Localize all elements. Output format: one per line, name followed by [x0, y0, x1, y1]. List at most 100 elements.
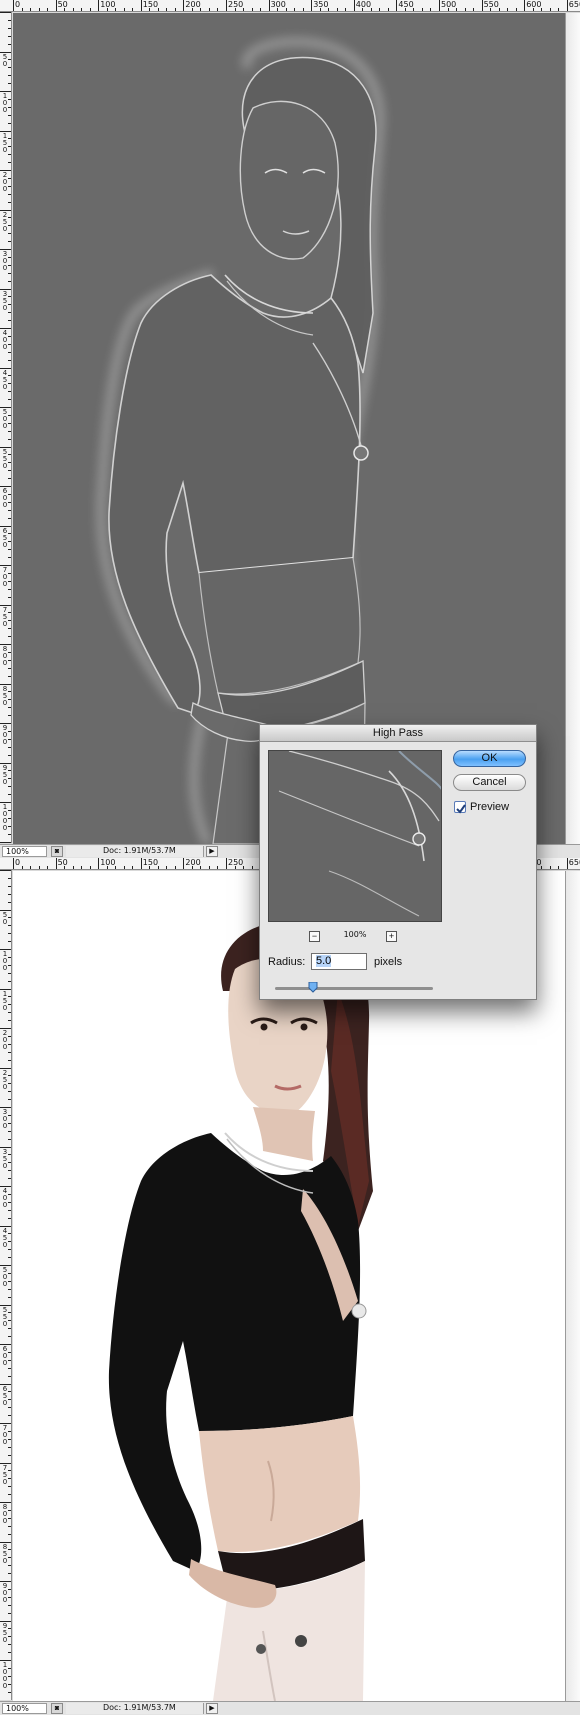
ruler-tick: [353, 0, 355, 11]
ruler-tick: [8, 438, 11, 440]
ruler-tick: [183, 858, 185, 869]
ruler-tick: [8, 1178, 11, 1180]
ruler-tick: [268, 0, 270, 11]
ruler-tick: [8, 1612, 11, 1614]
ruler-label: 350: [2, 289, 8, 312]
ruler-tick: [13, 0, 14, 11]
radius-slider-track[interactable]: [275, 987, 433, 990]
dialog-title[interactable]: High Pass: [260, 725, 536, 742]
ruler-tick: [8, 162, 11, 164]
ruler-label: 50: [57, 0, 68, 9]
ruler-label: 400: [2, 329, 8, 351]
triangle-right-icon[interactable]: ▶: [206, 846, 218, 857]
filter-preview[interactable]: [268, 750, 442, 922]
ruler-tick: [396, 0, 398, 11]
ruler-tick: [8, 1138, 11, 1140]
horizontal-ruler[interactable]: 0 50 100 150 200 250 300 350 400 450 500 550 600 650: [0, 0, 580, 12]
ruler-tick: [558, 8, 560, 11]
vertical-scrollbar[interactable]: [565, 13, 580, 844]
ruler-tick: [566, 858, 568, 869]
ruler-tick: [55, 858, 57, 869]
ruler-tick: [8, 1415, 11, 1417]
ruler-label: 750: [2, 1463, 8, 1486]
ruler-tick: [47, 8, 49, 11]
ruler-label: 850: [2, 684, 8, 707]
ruler-label: 850: [2, 1542, 8, 1565]
ruler-tick: [8, 1020, 11, 1022]
radius-value: 5.0: [316, 955, 332, 967]
zoom-field[interactable]: 100%: [2, 1703, 47, 1714]
ruler-label: 300: [270, 0, 286, 9]
ruler-tick: [8, 517, 11, 519]
vertical-scrollbar[interactable]: [565, 871, 580, 1701]
ruler-label: 400: [2, 1187, 8, 1209]
ruler-tick: [217, 8, 219, 11]
preview-checkbox[interactable]: [454, 801, 466, 814]
vertical-ruler[interactable]: 50 100 150 200 250 300 350 400 450 500 550 600 650 70…: [0, 870, 12, 1700]
ruler-tick: [81, 866, 83, 869]
ruler-label: 150: [2, 989, 8, 1012]
ruler-tick: [208, 866, 210, 869]
ruler-tick: [140, 858, 142, 869]
triangle-right-icon[interactable]: ▶: [206, 1703, 218, 1714]
ruler-tick: [8, 1533, 11, 1535]
ruler-label: 500: [441, 0, 457, 9]
ruler-tick: [8, 391, 11, 393]
ruler-tick: [0, 870, 11, 871]
ruler-tick: [13, 858, 14, 869]
ruler-label: 500: [2, 1266, 8, 1288]
zoom-in-button[interactable]: +: [386, 931, 397, 942]
camera-icon[interactable]: ◙: [51, 1703, 63, 1714]
ruler-tick: [8, 35, 11, 37]
ruler-tick: [8, 320, 11, 322]
vertical-ruler[interactable]: 50 100 150 200 250 300 350 400 450 500 550 600 650 70…: [0, 12, 12, 843]
cancel-button[interactable]: Cancel: [453, 774, 526, 791]
ruler-tick: [345, 8, 347, 11]
ruler-tick: [226, 0, 227, 11]
radius-slider-thumb[interactable]: [308, 982, 318, 993]
zoom-out-button[interactable]: −: [309, 931, 320, 942]
ruler-tick: [30, 866, 32, 869]
ruler-tick: [8, 786, 11, 788]
ruler-label: 200: [2, 171, 8, 193]
ruler-tick: [8, 233, 11, 235]
highpass-canvas[interactable]: [13, 13, 565, 844]
ruler-label: 550: [2, 447, 8, 470]
ruler-label: 550: [483, 0, 499, 9]
ruler-label: 250: [228, 858, 244, 867]
ruler-tick: [8, 312, 11, 314]
radius-input[interactable]: 5.0: [311, 953, 367, 970]
ruler-tick: [21, 8, 23, 11]
ruler-tick: [98, 858, 100, 869]
ruler-tick: [98, 0, 100, 11]
ruler-tick: [558, 866, 560, 869]
ruler-tick: [166, 8, 168, 11]
ruler-tick: [55, 0, 57, 11]
ruler-tick: [0, 841, 11, 843]
ruler-tick: [8, 893, 11, 895]
ruler-tick: [8, 1652, 11, 1654]
ruler-tick: [8, 877, 11, 879]
ruler-tick: [8, 1407, 11, 1409]
ok-button[interactable]: OK: [453, 750, 526, 767]
ruler-tick: [8, 1454, 11, 1456]
ruler-label: 800: [2, 645, 8, 667]
ruler-label: 50: [57, 858, 68, 867]
ruler-label: 950: [2, 1621, 8, 1644]
ruler-tick: [8, 596, 11, 598]
zoom-field[interactable]: 100%: [2, 846, 47, 857]
ruler-label: 450: [2, 1226, 8, 1249]
preview-label: Preview: [470, 801, 510, 813]
ruler-label: 350: [2, 1147, 8, 1170]
ruler-label: 1000: [2, 803, 8, 832]
ruler-label: 650: [2, 526, 8, 549]
ruler-tick: [8, 1375, 11, 1377]
ruler-label: 800: [2, 1503, 8, 1525]
ruler-label: 200: [2, 1029, 8, 1051]
ruler-tick: [507, 8, 509, 11]
ruler-tick: [8, 1288, 11, 1290]
camera-icon[interactable]: ◙: [51, 846, 63, 857]
ruler-label: 0: [15, 0, 21, 9]
ruler-label: 350: [313, 0, 329, 9]
ruler-tick: [8, 588, 11, 590]
